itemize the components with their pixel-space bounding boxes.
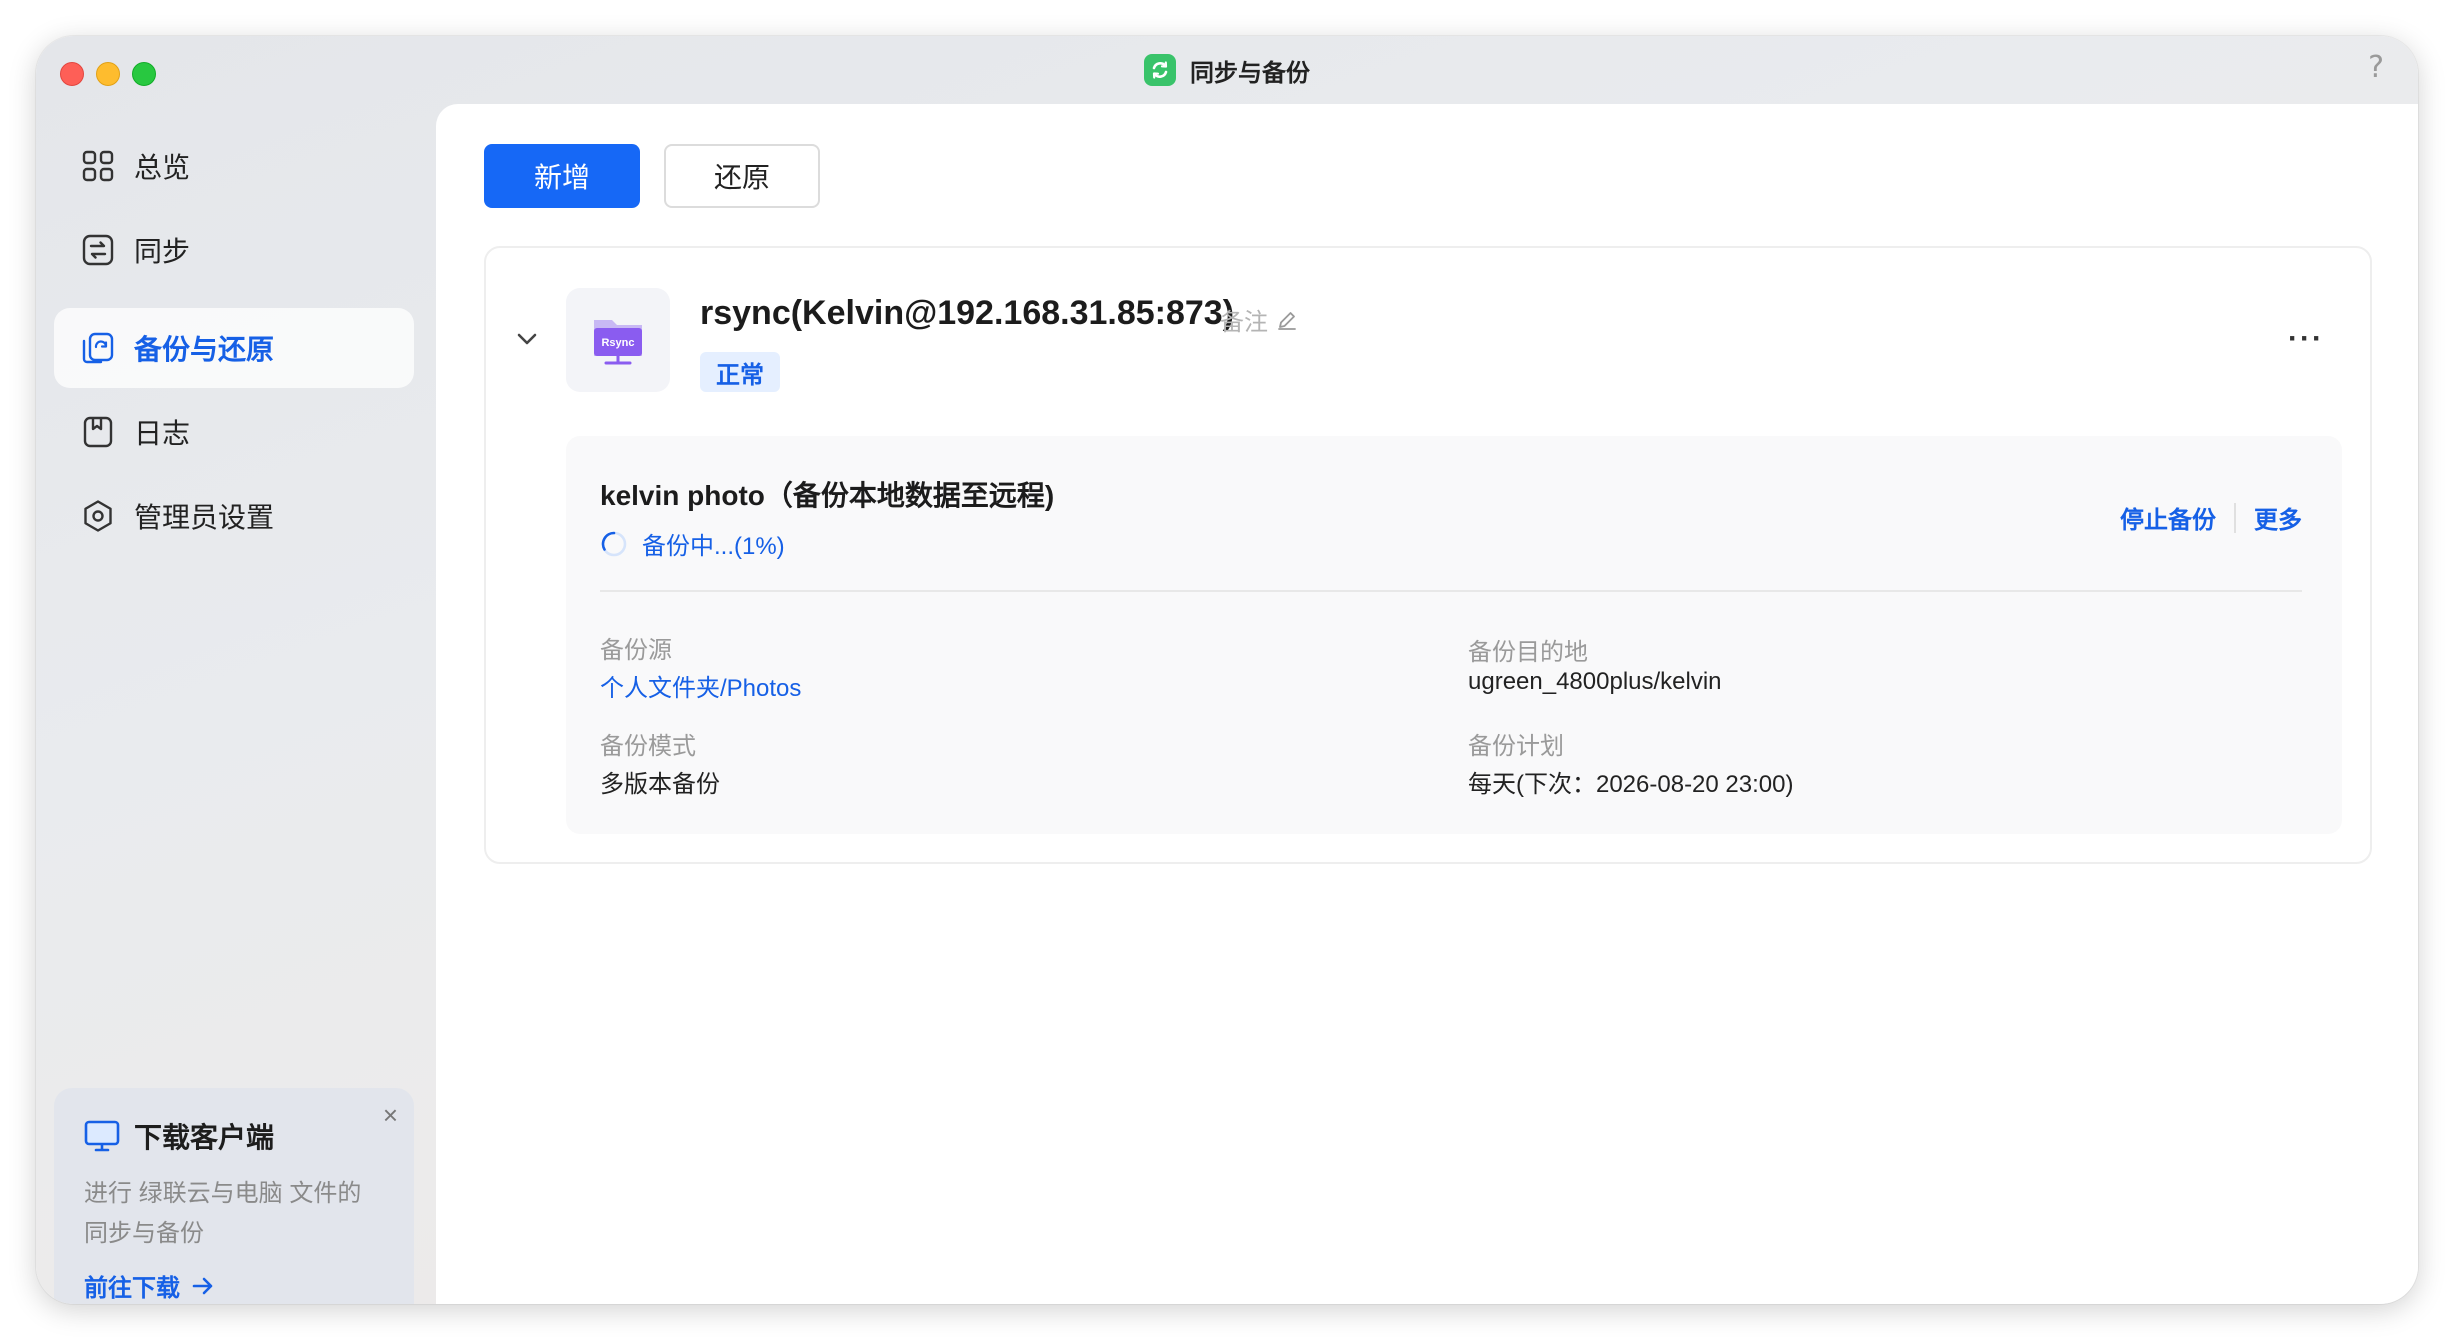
divider [600, 590, 2302, 592]
sidebar: 总览 同步 备份与还原 日志 管理员设置 × 下载客户端 进行 绿联云与电脑 文… [36, 104, 436, 1304]
sidebar-item-sync[interactable]: 同步 [54, 210, 414, 290]
download-client-card: × 下载客户端 进行 绿联云与电脑 文件的同步与备份 前往下载 [54, 1088, 414, 1304]
sidebar-item-label: 管理员设置 [134, 502, 275, 533]
more-link[interactable]: 更多 [2254, 500, 2302, 535]
window-title-group: 同步与备份 [36, 50, 2418, 90]
chevron-down-icon[interactable] [514, 326, 540, 352]
sidebar-item-label: 同步 [134, 236, 191, 267]
job-title: kelvin photo（备份本地数据至远程) [600, 480, 1055, 511]
sidebar-item-label: 总览 [134, 152, 191, 183]
sidebar-item-label: 日志 [134, 418, 191, 449]
mode-label: 备份模式 [600, 733, 696, 760]
sync-icon [80, 232, 116, 268]
stop-backup-link[interactable]: 停止备份 [2120, 500, 2216, 535]
backup-job-panel: kelvin photo（备份本地数据至远程) 备份中...(1%) 停止备份 … [566, 436, 2342, 834]
help-icon[interactable]: ? [2368, 50, 2384, 85]
backup-restore-icon [80, 330, 116, 366]
download-link[interactable]: 前往下载 [84, 1268, 384, 1303]
job-progress: 备份中...(1%) [600, 526, 785, 561]
download-link-label: 前往下载 [84, 1275, 180, 1302]
main-panel: 新增 还原 Rsync rsync(Kelvin@192.168.31.85:8… [436, 104, 2418, 1304]
more-options-icon[interactable]: ··· [2288, 322, 2324, 356]
loading-spinner-icon [601, 531, 627, 556]
svg-text:Rsync: Rsync [601, 337, 634, 349]
close-icon[interactable]: × [383, 1100, 398, 1131]
promo-title: 下载客户端 [134, 1122, 275, 1153]
log-icon [80, 414, 116, 450]
backup-task-card: Rsync rsync(Kelvin@192.168.31.85:873) 备注… [484, 246, 2372, 864]
destination-label: 备份目的地 [1468, 639, 1588, 666]
grid-icon [80, 148, 116, 184]
source-label: 备份源 [600, 637, 672, 664]
add-button[interactable]: 新增 [484, 144, 640, 208]
sidebar-item-admin-settings[interactable]: 管理员设置 [54, 476, 414, 556]
settings-icon [80, 498, 116, 534]
schedule-value: 每天(下次：2026-08-20 23:00) [1468, 771, 1794, 798]
arrow-right-icon [192, 1277, 213, 1294]
sidebar-item-log[interactable]: 日志 [54, 392, 414, 472]
note-button[interactable]: 备注 [1220, 302, 1298, 337]
schedule-label: 备份计划 [1468, 733, 1564, 760]
note-label: 备注 [1220, 309, 1268, 336]
mode-value: 多版本备份 [600, 771, 720, 798]
window-title: 同步与备份 [1190, 59, 1310, 87]
task-title: rsync(Kelvin@192.168.31.85:873) [700, 294, 1235, 332]
action-separator [2234, 502, 2236, 533]
sync-backup-app-icon [1144, 54, 1176, 86]
title-bar: 同步与备份 ? [36, 36, 2418, 104]
status-badge: 正常 [700, 352, 780, 392]
source-value-link[interactable]: 个人文件夹/Photos [600, 668, 801, 703]
app-window: 同步与备份 ? 总览 同步 备份与还原 日志 管理员设置 × 下载客户端 进行 … [36, 36, 2418, 1304]
monitor-icon [84, 1120, 120, 1152]
promo-header: 下载客户端 [84, 1116, 384, 1156]
promo-description: 进行 绿联云与电脑 文件的同步与备份 [84, 1180, 362, 1247]
restore-button[interactable]: 还原 [664, 144, 820, 208]
job-actions: 停止备份 更多 [2120, 500, 2302, 535]
edit-icon [1278, 311, 1296, 330]
sidebar-item-overview[interactable]: 总览 [54, 126, 414, 206]
progress-text: 备份中...(1%) [642, 533, 785, 560]
rsync-folder-icon: Rsync [566, 288, 670, 392]
sidebar-item-backup-restore[interactable]: 备份与还原 [54, 308, 414, 388]
destination-value: ugreen_4800plus/kelvin [1468, 668, 1722, 695]
sidebar-item-label: 备份与还原 [134, 334, 275, 365]
